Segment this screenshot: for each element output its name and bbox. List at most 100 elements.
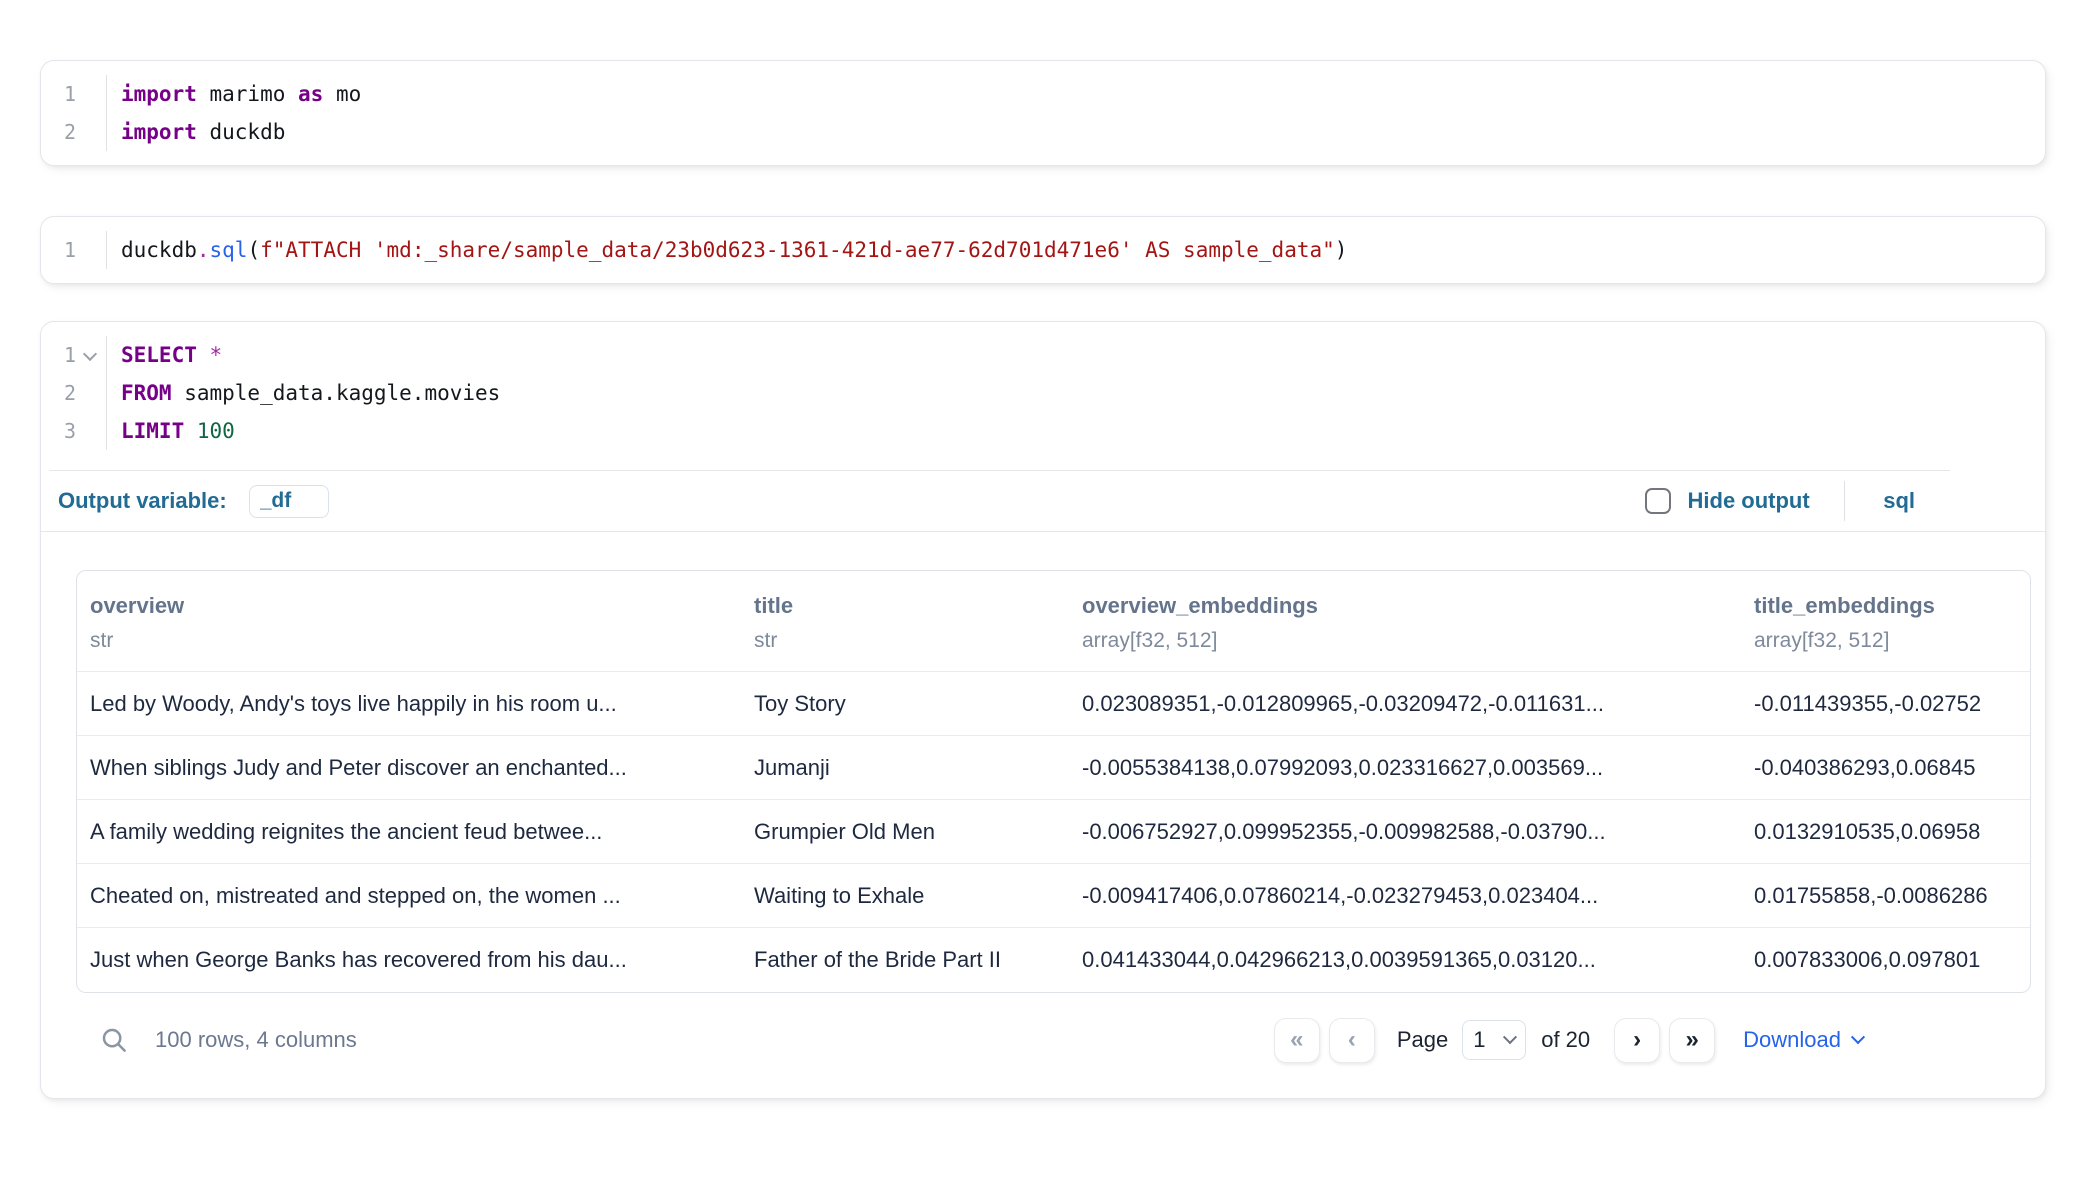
code-line: 1 duckdb.sql(f"ATTACH 'md:_share/sample_d…: [41, 231, 2045, 269]
gutter: 1: [41, 75, 107, 113]
output-variable-input[interactable]: [249, 485, 329, 518]
table-row[interactable]: A family wedding reignites the ancient f…: [77, 800, 2030, 864]
code-token: marimo: [197, 82, 298, 106]
code-line: 2 FROM sample_data.kaggle.movies: [41, 374, 2045, 412]
table-row[interactable]: Led by Woody, Andy's toys live happily i…: [77, 672, 2030, 736]
code-line: 3 LIMIT 100: [41, 412, 2045, 450]
column-name: overview_embeddings: [1082, 593, 1754, 619]
code-line: 1SELECT *: [41, 336, 2045, 374]
table-cell: -0.040386293,0.06845: [1754, 736, 2030, 800]
line-number: 1: [64, 238, 76, 262]
code-line: 2import duckdb: [41, 113, 2045, 151]
column-type: array[f32, 512]: [1082, 629, 1754, 653]
table-cell: Just when George Banks has recovered fro…: [77, 928, 754, 992]
code-cell-attach: 1 duckdb.sql(f"ATTACH 'md:_share/sample_d…: [40, 216, 2046, 284]
notebook: 1import marimo as mo2import duckdb 1duck…: [40, 60, 2046, 1099]
code-text: duckdb.sql(f"ATTACH 'md:_share/sample_da…: [107, 238, 1347, 262]
table-cell: -0.011439355,-0.02752: [1754, 672, 2030, 736]
fold-chevron-icon[interactable]: [80, 345, 100, 365]
table-cell: -0.006752927,0.099952355,-0.009982588,-0…: [1082, 800, 1754, 864]
line-number: 3: [64, 419, 76, 443]
rows-summary: 100 rows, 4 columns: [155, 1027, 357, 1053]
download-button[interactable]: Download: [1743, 1027, 1863, 1053]
fold-spacer: [80, 421, 100, 441]
code-token: import: [121, 82, 197, 106]
hide-output-label[interactable]: Hide output: [1688, 488, 1810, 514]
chevron-down-icon: [1503, 1030, 1517, 1044]
code-token: [184, 419, 197, 443]
code-cell-imports: 1import marimo as mo2import duckdb: [40, 60, 2046, 166]
gutter: 3: [41, 412, 107, 450]
column-header[interactable]: overview str: [77, 571, 754, 672]
page-number-select[interactable]: 1: [1462, 1020, 1526, 1060]
line-number: 2: [64, 381, 76, 405]
code-token: SELECT: [121, 343, 197, 367]
column-name: overview: [90, 593, 754, 619]
language-select[interactable]: sql: [1883, 488, 1915, 514]
next-page-button[interactable]: ›: [1614, 1018, 1660, 1063]
column-header[interactable]: title_embeddingsarray[f32, 512]: [1754, 571, 2030, 672]
code-token: f"ATTACH 'md:_share/sample_data/23b0d623…: [260, 238, 1335, 262]
table-cell: -0.0055384138,0.07992093,0.023316627,0.0…: [1082, 736, 1754, 800]
page-count-label: of 20: [1541, 1027, 1590, 1053]
code-token: ): [1335, 238, 1348, 262]
column-type: str: [90, 629, 754, 653]
hide-output-checkbox[interactable]: [1645, 488, 1671, 514]
column-name: title: [754, 593, 1082, 619]
code-editor-attach[interactable]: 1 duckdb.sql(f"ATTACH 'md:_share/sample_d…: [41, 217, 2045, 283]
table-cell: When siblings Judy and Peter discover an…: [77, 736, 754, 800]
table-cell: -0.009417406,0.07860214,-0.023279453,0.0…: [1082, 864, 1754, 928]
code-editor-imports[interactable]: 1import marimo as mo2import duckdb: [41, 61, 2045, 165]
gutter: 1: [41, 231, 107, 269]
code-token: duckdb: [121, 238, 197, 262]
search-button[interactable]: [91, 1017, 137, 1063]
code-editor-sql[interactable]: 1SELECT *2FROM sample_data.kaggle.movies…: [41, 322, 2045, 464]
code-text: SELECT *: [107, 343, 222, 367]
divider: [1844, 481, 1846, 521]
table-cell: A family wedding reignites the ancient f…: [77, 800, 754, 864]
chevron-down-icon: [1851, 1030, 1865, 1044]
output-variable-label: Output variable:: [58, 488, 227, 514]
line-number: 1: [64, 82, 76, 106]
code-text: import marimo as mo: [107, 82, 361, 106]
first-page-button[interactable]: «: [1274, 1018, 1320, 1063]
table-cell: Jumanji: [754, 736, 1082, 800]
table-cell: 0.0132910535,0.06958: [1754, 800, 2030, 864]
table-footer: 100 rows, 4 columns « ‹ Page 1 of 20 › »…: [76, 993, 2029, 1098]
prev-page-button[interactable]: ‹: [1329, 1018, 1375, 1063]
code-token: mo: [323, 82, 361, 106]
table-cell: 0.041433044,0.042966213,0.0039591365,0.0…: [1082, 928, 1754, 992]
line-number: 2: [64, 120, 76, 144]
table-row[interactable]: Just when George Banks has recovered fro…: [77, 928, 2030, 992]
gutter: 1: [41, 336, 107, 374]
page-label: Page: [1397, 1027, 1448, 1053]
code-token: sample_data.kaggle.movies: [172, 381, 501, 405]
last-page-button[interactable]: »: [1669, 1018, 1715, 1063]
code-token: LIMIT: [121, 419, 184, 443]
fold-spacer: [80, 84, 100, 104]
code-token: .: [197, 238, 210, 262]
gutter: 2: [41, 113, 107, 151]
code-token: *: [210, 343, 223, 367]
dataframe-table-card: overviewstrtitlestroverview_embeddingsar…: [76, 570, 2031, 993]
column-header[interactable]: title str: [754, 571, 1082, 672]
table-cell: Father of the Bride Part II: [754, 928, 1082, 992]
code-token: 100: [197, 419, 235, 443]
table-row[interactable]: When siblings Judy and Peter discover an…: [77, 736, 2030, 800]
table-cell: Waiting to Exhale: [754, 864, 1082, 928]
code-token: FROM: [121, 381, 172, 405]
code-token: duckdb: [197, 120, 286, 144]
code-text: FROM sample_data.kaggle.movies: [107, 381, 500, 405]
gutter: 2: [41, 374, 107, 412]
page-number-value: 1: [1473, 1027, 1505, 1053]
table-row[interactable]: Cheated on, mistreated and stepped on, t…: [77, 864, 2030, 928]
download-label: Download: [1743, 1027, 1841, 1053]
table-cell: Led by Woody, Andy's toys live happily i…: [77, 672, 754, 736]
column-header[interactable]: overview_embeddings array[f32, 512]: [1082, 571, 1754, 672]
search-icon: [99, 1025, 129, 1055]
table-cell: Grumpier Old Men: [754, 800, 1082, 864]
table-cell: 0.023089351,-0.012809965,-0.03209472,-0.…: [1082, 672, 1754, 736]
column-type: str: [754, 629, 1082, 653]
code-token: sql: [210, 238, 248, 262]
cell-output: overviewstrtitlestroverview_embeddingsar…: [41, 532, 2045, 1098]
